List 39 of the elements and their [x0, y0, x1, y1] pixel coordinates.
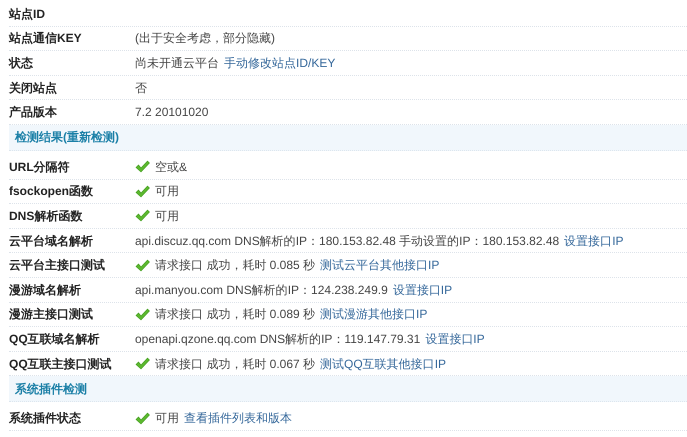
value-text: api.discuz.qq.com DNS解析的IP：180.153.82.48 手动设置的IP：180.153.82.48 — [135, 232, 560, 250]
value-text: 空或& — [155, 158, 188, 176]
link[interactable]: 手动修改站点ID/KEY — [224, 54, 336, 72]
value-text: 可用 — [155, 410, 179, 428]
field-label: URL分隔符 — [9, 158, 71, 176]
link[interactable]: 设置接口IP — [564, 232, 624, 250]
link[interactable]: 设置接口IP — [392, 280, 452, 299]
field-label: 漫游域名解析 — [9, 282, 82, 299]
section-header: 系统插件检测 — [15, 380, 87, 398]
link[interactable]: 测试QQ互联其他接口IP — [320, 354, 446, 373]
value-text: openapi.qzone.qq.com DNS解析的IP：119.147.79.31 — [135, 330, 420, 348]
field-label: 关闭站点 — [9, 80, 58, 97]
field-label: 系统插件状态 — [9, 410, 82, 428]
value-text: 请求接口 成功，耗时 0.085 秒 — [155, 257, 316, 274]
field-label: fsockopen函数 — [9, 183, 94, 200]
value-text: 可用 — [155, 208, 179, 225]
field-label: QQ互联主接口测试 — [9, 356, 113, 373]
field-label: 状态 — [9, 54, 34, 72]
link[interactable]: 测试云平台其他接口IP — [320, 256, 440, 274]
value-text: 请求接口 成功，耗时 0.067 秒 — [155, 356, 316, 373]
field-label: 漫游主接口测试 — [9, 306, 94, 324]
value-text: 尚未开通云平台 — [135, 54, 219, 72]
link[interactable]: 查看插件列表和版本 — [184, 409, 292, 428]
field-label: 云平台主接口测试 — [9, 257, 106, 274]
field-label: 站点ID — [9, 6, 46, 23]
section-header: 检测结果(重新检测) — [15, 129, 119, 146]
value-text: 7.2 20101020 — [135, 104, 208, 122]
field-label: 云平台域名解析 — [9, 232, 94, 250]
value-text: api.manyou.com DNS解析的IP：124.238.249.9 — [135, 282, 388, 299]
value-text: 可用 — [155, 183, 179, 200]
field-label: QQ互联域名解析 — [9, 330, 101, 348]
value-text: (出于安全考虑，部分隐藏) — [135, 30, 275, 48]
value-text: 否 — [135, 80, 147, 97]
value-text: 请求接口 成功，耗时 0.089 秒 — [155, 306, 316, 324]
field-label: 站点通信KEY — [9, 30, 83, 48]
link[interactable]: 测试漫游其他接口IP — [320, 305, 428, 324]
field-label: DNS解析函数 — [9, 208, 84, 225]
link[interactable]: 设置接口IP — [425, 330, 485, 348]
field-label: 产品版本 — [9, 104, 58, 122]
